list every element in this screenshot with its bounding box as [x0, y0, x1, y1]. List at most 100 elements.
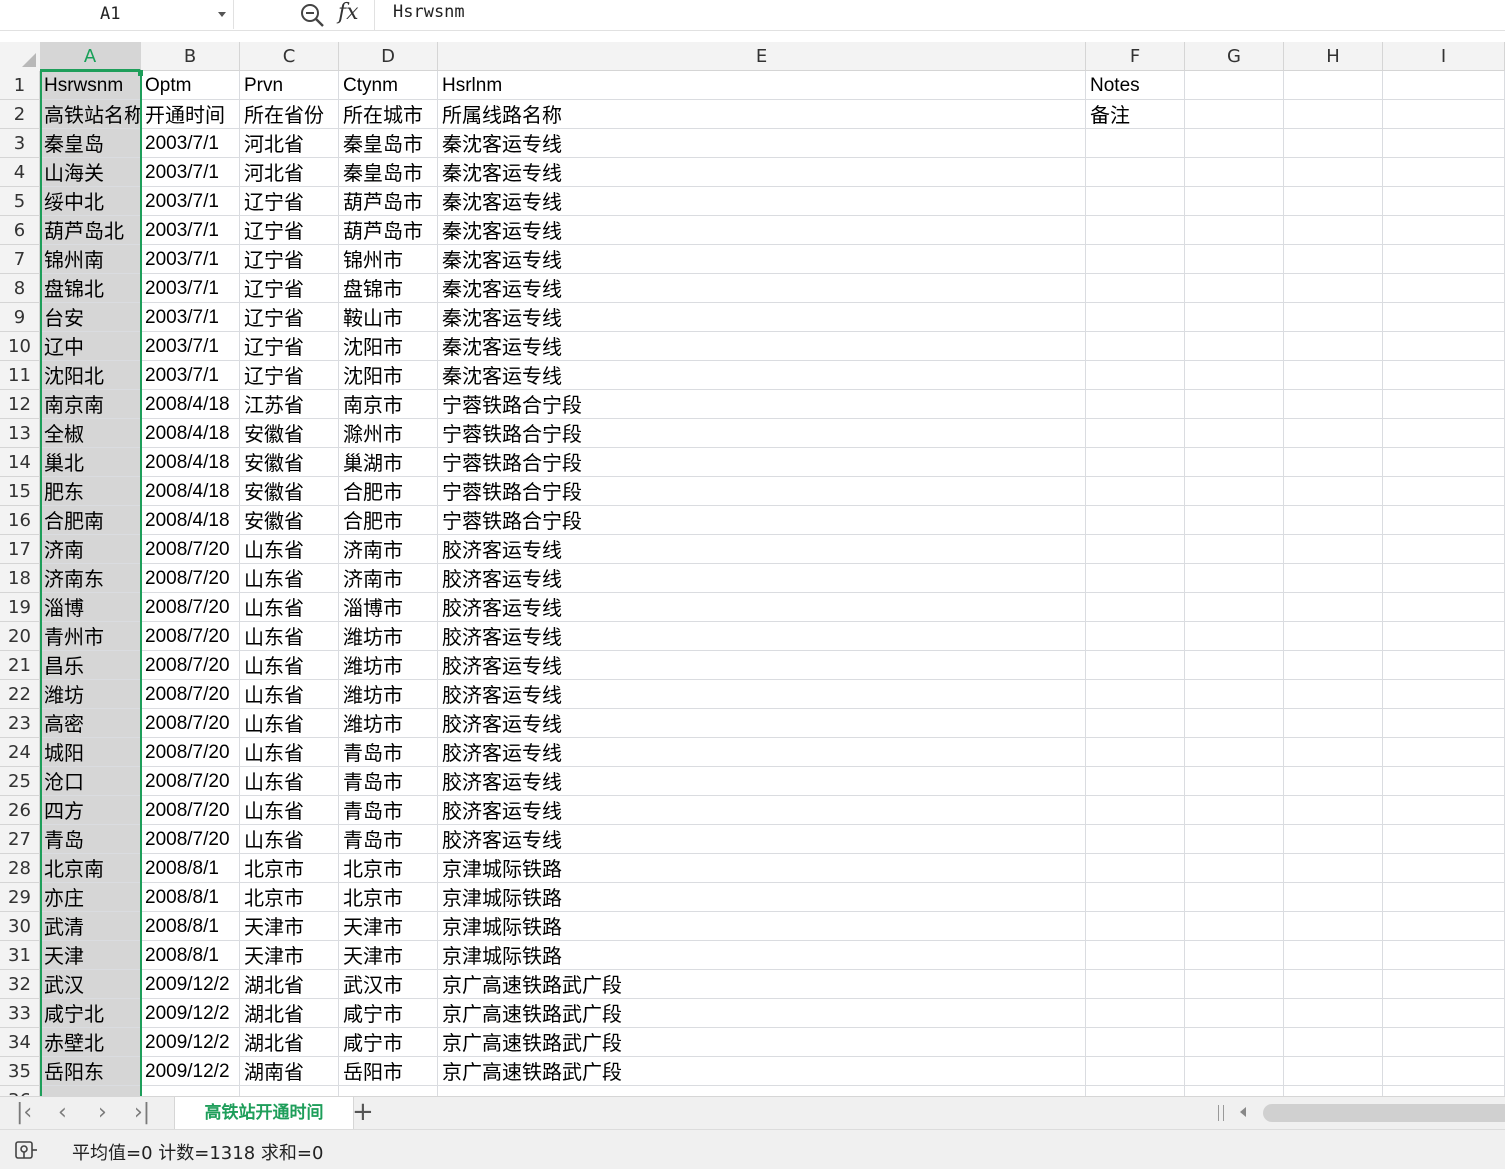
cell[interactable] [1086, 535, 1185, 564]
cell[interactable]: 辽宁省 [240, 361, 339, 390]
cell[interactable]: 济南 [40, 535, 141, 564]
cell[interactable]: 潍坊市 [339, 651, 438, 680]
cell[interactable]: 城阳 [40, 738, 141, 767]
cell[interactable]: 高铁站名称 [40, 100, 141, 129]
cell[interactable]: 所在省份 [240, 100, 339, 129]
cell[interactable] [1284, 245, 1383, 274]
cell[interactable]: 胶济客运专线 [438, 622, 1086, 651]
cell[interactable]: 南京南 [40, 390, 141, 419]
fill-handle[interactable] [138, 70, 143, 76]
cell[interactable] [1383, 738, 1505, 767]
cell[interactable] [1086, 825, 1185, 854]
row-header[interactable]: 9 [0, 303, 40, 332]
cell[interactable]: 胶济客运专线 [438, 767, 1086, 796]
function-icon[interactable]: fx [338, 0, 359, 25]
cell[interactable] [1185, 1057, 1284, 1086]
cell[interactable] [1284, 187, 1383, 216]
cell[interactable]: 湖南省 [240, 1057, 339, 1086]
cell[interactable] [1284, 767, 1383, 796]
cell[interactable]: 山东省 [240, 767, 339, 796]
cell[interactable] [1383, 825, 1505, 854]
cell[interactable]: 京津城际铁路 [438, 912, 1086, 941]
cell[interactable]: 2008/4/18 [141, 390, 240, 419]
cell[interactable] [1185, 419, 1284, 448]
cell[interactable]: 山东省 [240, 738, 339, 767]
cell[interactable] [1284, 651, 1383, 680]
cell[interactable]: 2008/7/20 [141, 651, 240, 680]
cell[interactable]: 京津城际铁路 [438, 883, 1086, 912]
cell[interactable]: 咸宁北 [40, 999, 141, 1028]
cell[interactable] [1383, 1057, 1505, 1086]
cell[interactable]: 盘锦市 [339, 274, 438, 303]
cell[interactable]: 胶济客运专线 [438, 825, 1086, 854]
cell[interactable] [1383, 390, 1505, 419]
cell[interactable] [1383, 332, 1505, 361]
cell[interactable] [1383, 448, 1505, 477]
cell[interactable] [1185, 100, 1284, 129]
cell[interactable] [1086, 332, 1185, 361]
cell[interactable] [1284, 129, 1383, 158]
cell[interactable] [1284, 1057, 1383, 1086]
cell[interactable] [1185, 274, 1284, 303]
cell[interactable] [1086, 651, 1185, 680]
cell[interactable]: 潍坊 [40, 680, 141, 709]
spreadsheet-grid[interactable]: ABCDEFGHI 1 Hsrwsnm Optm Prvn Ctynm Hsrlnm Not… [0, 42, 1505, 1096]
cell[interactable] [1185, 593, 1284, 622]
cell[interactable] [1086, 1086, 1185, 1096]
cell[interactable]: 湖北省 [240, 999, 339, 1028]
cell[interactable] [1284, 1086, 1383, 1096]
cell[interactable] [1086, 854, 1185, 883]
prev-sheet-icon[interactable]: ‹ [58, 1100, 67, 1126]
name-box[interactable]: A1 [0, 0, 234, 29]
cell[interactable]: 岳阳市 [339, 1057, 438, 1086]
cell[interactable]: 山东省 [240, 564, 339, 593]
cell[interactable]: 辽宁省 [240, 187, 339, 216]
cell[interactable]: 辽宁省 [240, 216, 339, 245]
cell[interactable]: 2008/7/20 [141, 535, 240, 564]
row-header[interactable]: 25 [0, 767, 40, 796]
cell[interactable]: 胶济客运专线 [438, 651, 1086, 680]
cell[interactable]: 2003/7/1 [141, 303, 240, 332]
cell[interactable] [1086, 361, 1185, 390]
cell[interactable]: 秦沈客运专线 [438, 216, 1086, 245]
cell[interactable]: 济南东 [40, 564, 141, 593]
cell[interactable] [1086, 506, 1185, 535]
cell[interactable] [1086, 390, 1185, 419]
cell[interactable]: 青岛市 [339, 738, 438, 767]
cell[interactable]: 山东省 [240, 593, 339, 622]
cell[interactable]: 2009/12/2 [141, 1057, 240, 1086]
last-sheet-icon[interactable]: ›| [134, 1100, 150, 1126]
cell[interactable]: 宁蓉铁路合宁段 [438, 390, 1086, 419]
cell[interactable]: 2003/7/1 [141, 274, 240, 303]
cell[interactable] [1284, 477, 1383, 506]
cell[interactable] [1284, 941, 1383, 970]
cell[interactable]: 北京南 [40, 854, 141, 883]
cell[interactable]: 亦庄 [40, 883, 141, 912]
cell[interactable]: 葫芦岛市 [339, 216, 438, 245]
cell[interactable] [1185, 825, 1284, 854]
row-header[interactable]: 26 [0, 796, 40, 825]
cell[interactable] [1086, 738, 1185, 767]
cell[interactable]: 2003/7/1 [141, 187, 240, 216]
cell[interactable]: 山东省 [240, 622, 339, 651]
cell[interactable] [1185, 158, 1284, 187]
column-header-a[interactable]: A [40, 42, 141, 71]
cell[interactable] [1284, 796, 1383, 825]
row-header[interactable]: 7 [0, 245, 40, 274]
cell[interactable]: 京津城际铁路 [438, 854, 1086, 883]
cell[interactable]: 河北省 [240, 158, 339, 187]
cell[interactable] [1185, 129, 1284, 158]
cell[interactable]: 秦沈客运专线 [438, 158, 1086, 187]
cell[interactable]: 北京市 [339, 854, 438, 883]
cell[interactable] [1383, 535, 1505, 564]
cell[interactable]: 胶济客运专线 [438, 709, 1086, 738]
row-header[interactable]: 29 [0, 883, 40, 912]
cell[interactable] [1383, 593, 1505, 622]
cell[interactable]: 淄博 [40, 593, 141, 622]
cell[interactable]: 2008/7/20 [141, 796, 240, 825]
cell[interactable] [1284, 970, 1383, 999]
cell[interactable]: 2008/8/1 [141, 854, 240, 883]
row-header[interactable]: 34 [0, 1028, 40, 1057]
cell[interactable]: 巢湖市 [339, 448, 438, 477]
cell[interactable] [1185, 187, 1284, 216]
